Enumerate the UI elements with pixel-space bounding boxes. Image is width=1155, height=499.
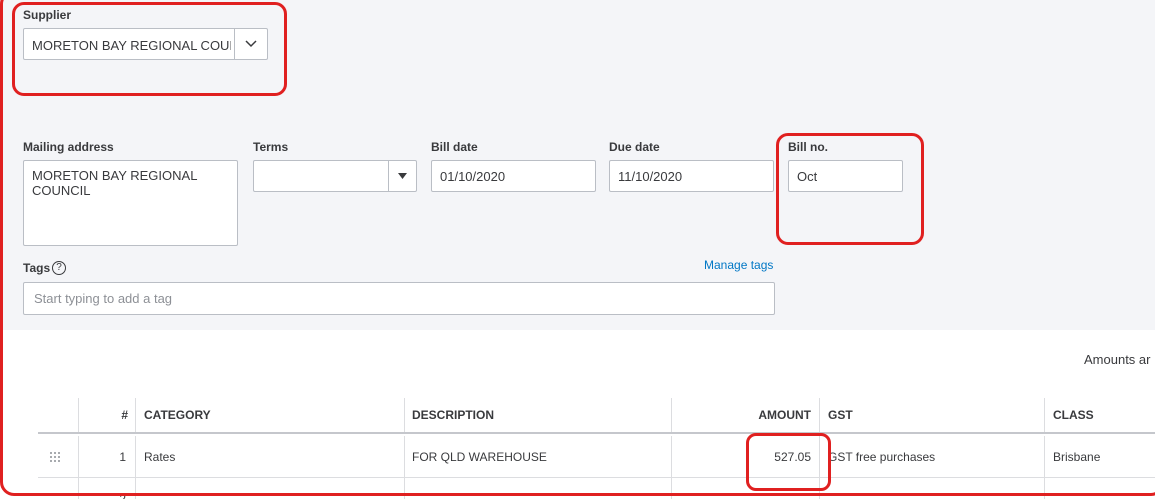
row-gst[interactable]: GST free purchases <box>828 436 935 477</box>
header-amount: AMOUNT <box>758 408 811 422</box>
bill-date-label: Bill date <box>431 140 478 154</box>
mailing-address-label: Mailing address <box>23 140 114 154</box>
help-icon[interactable]: ? <box>52 261 66 275</box>
supplier-label: Supplier <box>23 8 72 22</box>
table-row[interactable]: 1 Rates FOR QLD WAREHOUSE 527.05 GST fre… <box>38 436 1155 478</box>
due-date-label: Due date <box>609 140 660 154</box>
header-class: CLASS <box>1053 408 1094 422</box>
header-num: # <box>121 408 128 422</box>
bill-no-value: Oct <box>797 169 818 184</box>
bill-date-value: 01/10/2020 <box>440 169 506 184</box>
terms-dropdown-button[interactable] <box>388 161 416 191</box>
amounts-note: Amounts ar <box>1084 352 1151 367</box>
row-class[interactable]: Brisbane <box>1053 436 1100 477</box>
tags-input[interactable]: Start typing to add a tag <box>23 282 775 315</box>
supplier-dropdown-button[interactable] <box>234 29 267 59</box>
mailing-address-field[interactable]: MORETON BAY REGIONAL COUNCIL <box>23 160 238 246</box>
caret-down-icon <box>398 173 407 179</box>
header-category: CATEGORY <box>144 408 211 422</box>
due-date-input[interactable]: 11/10/2020 <box>609 160 774 192</box>
drag-handle-icon[interactable] <box>50 436 60 477</box>
bill-no-label: Bill no. <box>788 140 828 154</box>
terms-label: Terms <box>253 140 289 154</box>
row-description[interactable]: FOR QLD WAREHOUSE <box>412 436 547 477</box>
manage-tags-link[interactable]: Manage tags <box>704 258 773 272</box>
row-category[interactable]: Rates <box>144 436 175 477</box>
table-header-row: # CATEGORY DESCRIPTION AMOUNT GST CLASS <box>38 398 1155 434</box>
mailing-address-value: MORETON BAY REGIONAL COUNCIL <box>32 168 197 198</box>
table-row[interactable]: 2 <box>38 478 1155 499</box>
chevron-down-icon <box>245 40 257 48</box>
tags-label: Tags <box>23 261 51 275</box>
header-description: DESCRIPTION <box>412 408 495 422</box>
supplier-select[interactable]: MORETON BAY REGIONAL COUNCIL <box>23 28 268 60</box>
row-num: 1 <box>119 449 126 464</box>
row-amount[interactable]: 527.05 <box>678 436 811 477</box>
bill-date-input[interactable]: 01/10/2020 <box>431 160 596 192</box>
drag-handle-icon[interactable] <box>50 478 60 499</box>
header-gst: GST <box>828 408 853 422</box>
bill-no-input[interactable]: Oct <box>788 160 903 192</box>
row-num: 2 <box>119 492 126 499</box>
terms-select[interactable] <box>253 160 417 192</box>
tags-placeholder: Start typing to add a tag <box>34 291 173 306</box>
supplier-value: MORETON BAY REGIONAL COUNCIL <box>32 38 231 53</box>
due-date-value: 11/10/2020 <box>618 169 683 184</box>
